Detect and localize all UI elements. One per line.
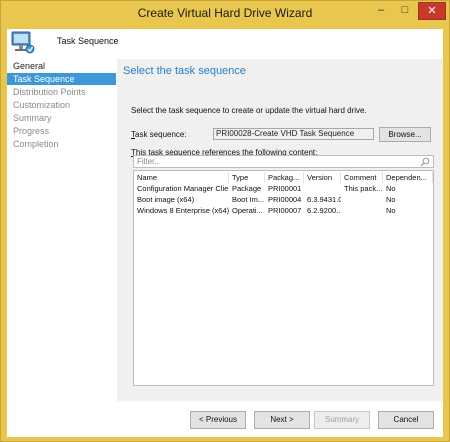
nav-item-customization[interactable]: Customization [7, 99, 116, 111]
filter-box [133, 155, 434, 168]
task-sequence-field[interactable]: PRI00028-Create VHD Task Sequence [213, 128, 374, 140]
nav-item-completion[interactable]: Completion [7, 138, 116, 150]
row-type-cell: Package [232, 184, 262, 193]
window-title: Create Virtual Hard Drive Wizard [137, 6, 313, 20]
list-row[interactable]: Configuration Manager Clie... Package PR… [134, 183, 433, 194]
column-header-package[interactable]: Packag... [265, 172, 304, 183]
row-package-cell: PRI00004 [268, 195, 302, 204]
row-type-cell: Operati... [232, 206, 263, 215]
wizard-page-content: Select the task sequence Select the task… [117, 59, 443, 401]
nav-item-summary[interactable]: Summary [7, 112, 116, 124]
column-header-version[interactable]: Version [304, 172, 341, 183]
nav-item-general[interactable]: General [7, 60, 116, 72]
column-header-name[interactable]: Name [134, 172, 229, 183]
column-header-dependency[interactable]: Dependen... [383, 172, 433, 183]
list-header: Name Type Packag... Version Comment Depe… [134, 172, 433, 183]
row-dependency-cell: No [386, 184, 396, 193]
row-version-cell: 6.3.9431.0 [307, 195, 341, 204]
wizard-window: Create Virtual Hard Drive Wizard – □ ✕ T… [0, 0, 450, 442]
row-package-cell: PRI00001 [268, 184, 302, 193]
nav-item-distribution-points[interactable]: Distribution Points [7, 86, 116, 98]
row-dependency-cell: No [386, 206, 396, 215]
task-sequence-label-text: ask sequence: [135, 130, 187, 139]
search-icon[interactable] [420, 157, 430, 167]
referenced-content-list[interactable]: Name Type Packag... Version Comment Depe… [133, 170, 434, 386]
row-comment-cell [341, 194, 383, 205]
row-package-cell: PRI00007 [268, 206, 302, 215]
wizard-client-area: Task Sequence General Task Sequence Dist… [7, 29, 443, 437]
maximize-button[interactable]: □ [393, 2, 417, 20]
row-version-cell: 6.2.9200.... [307, 206, 341, 215]
header-title: Task Sequence [57, 36, 119, 46]
row-comment-cell [341, 205, 383, 216]
previous-button[interactable]: < Previous [190, 411, 246, 429]
wizard-header: Task Sequence [7, 29, 443, 55]
computer-wizard-icon [11, 31, 35, 54]
minimize-button[interactable]: – [369, 2, 393, 20]
row-type-cell: Boot Im... [232, 195, 265, 204]
wizard-footer: < Previous Next > Summary Cancel [7, 401, 443, 437]
summary-button: Summary [314, 411, 370, 429]
instruction-text: Select the task sequence to create or up… [131, 106, 367, 115]
close-button[interactable]: ✕ [418, 2, 446, 20]
row-name-cell: Windows 8 Enterprise (x64) [137, 206, 229, 215]
row-name-cell: Boot image (x64) [137, 195, 195, 204]
filter-input[interactable] [135, 156, 417, 167]
row-name-cell: Configuration Manager Clie... [137, 184, 229, 193]
next-button[interactable]: Next > [254, 411, 310, 429]
nav-item-task-sequence[interactable]: Task Sequence [7, 73, 116, 85]
column-header-type[interactable]: Type [229, 172, 265, 183]
row-comment-cell: This pack... [344, 184, 383, 193]
column-header-comment[interactable]: Comment [341, 172, 383, 183]
row-dependency-cell: No [386, 195, 396, 204]
nav-item-progress[interactable]: Progress [7, 125, 116, 137]
list-row[interactable]: Boot image (x64) Boot Im... PRI00004 6.3… [134, 194, 433, 205]
task-sequence-label: Task sequence: [131, 130, 187, 139]
wizard-navigation: General Task Sequence Distribution Point… [7, 59, 116, 437]
cancel-button[interactable]: Cancel [378, 411, 434, 429]
list-row[interactable]: Windows 8 Enterprise (x64) Operati... PR… [134, 205, 433, 216]
browse-button[interactable]: Browse... [379, 127, 431, 142]
row-version-cell [304, 183, 341, 194]
page-title: Select the task sequence [123, 65, 246, 77]
